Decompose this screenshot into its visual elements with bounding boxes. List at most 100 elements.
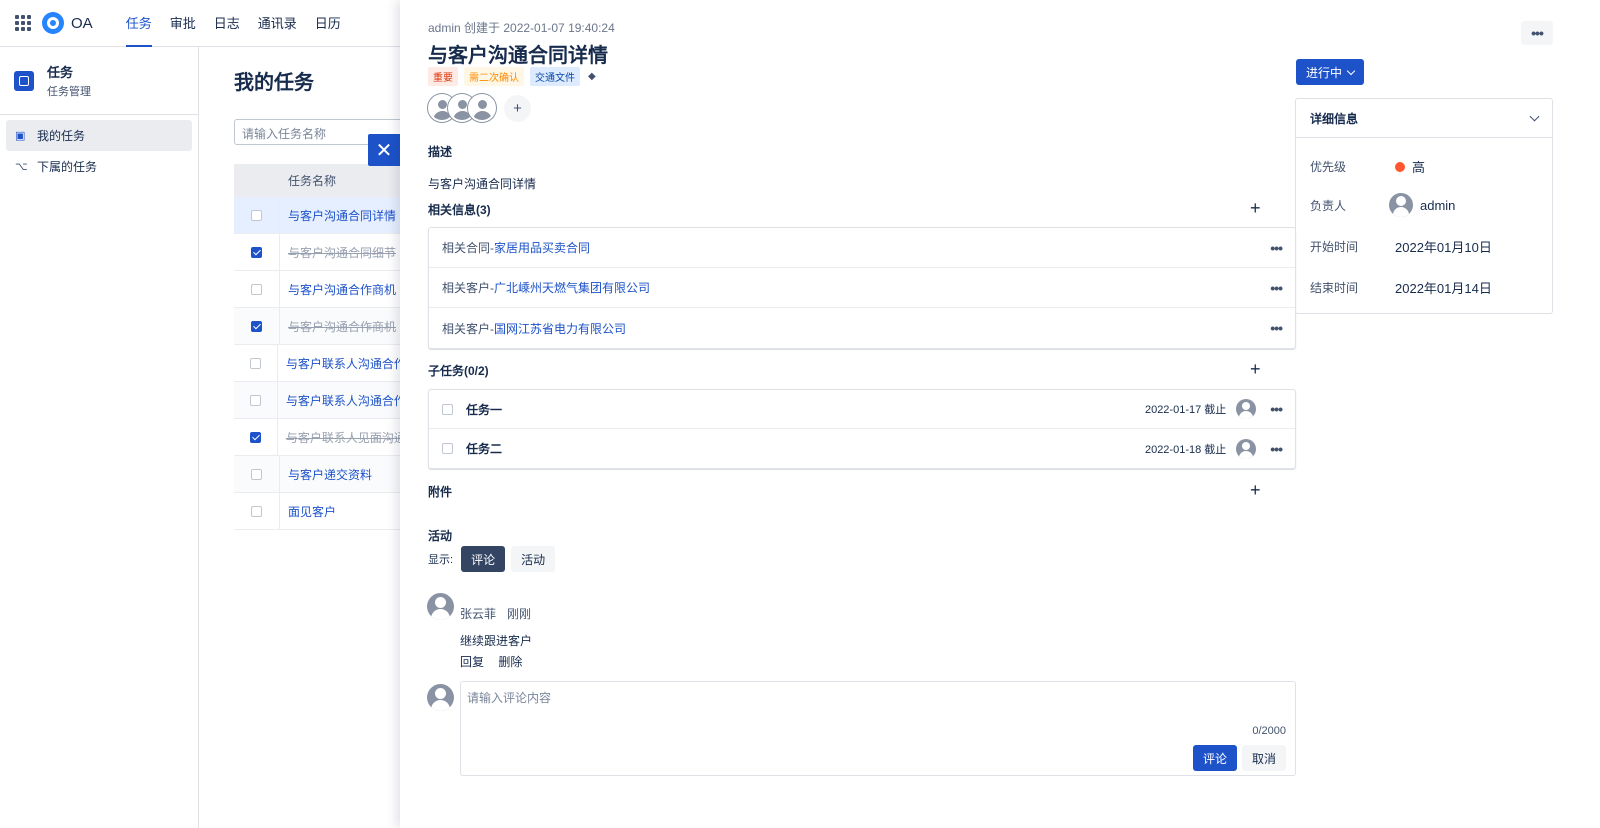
task-table: 任务名称 与客户沟通合同详情 与客户沟通合同细节 与客户沟通合作商机 与客户沟通… — [234, 164, 400, 530]
task-name-link[interactable]: 与客户沟通合作商机 — [280, 281, 396, 298]
avatar[interactable] — [1236, 399, 1257, 419]
row-checkbox[interactable] — [249, 394, 261, 406]
nav-logs[interactable]: 日志 — [205, 0, 249, 47]
task-name-link[interactable]: 与客户联系人沟通合作 — [278, 355, 400, 372]
task-title[interactable]: 与客户沟通合同详情 — [428, 39, 608, 68]
row-checkbox[interactable] — [251, 320, 262, 332]
description-text[interactable]: 与客户沟通合同详情 — [428, 175, 536, 192]
end-time-value[interactable]: 2022年01月14日 — [1395, 278, 1492, 297]
sidebar-title: 任务 — [47, 65, 74, 80]
sidebar: 任务 任务管理 ▣ 我的任务 ⌥ 下属的任务 — [0, 47, 199, 828]
comment-author: 张云菲 — [460, 607, 497, 621]
row-checkbox[interactable] — [251, 283, 262, 295]
table-row[interactable]: 与客户联系人沟通合作 — [234, 382, 400, 419]
subtask-list: 任务一 2022-01-17 截止 ••• 任务二 2022-01-18 截止 … — [428, 389, 1296, 469]
more-icon[interactable]: ••• — [1270, 280, 1283, 296]
sidebar-header: 任务 任务管理 — [0, 47, 198, 115]
top-nav: OA 任务 审批 日志 通讯录 日历 — [0, 0, 400, 47]
add-subtask-button[interactable]: + — [1250, 360, 1264, 378]
close-panel-button[interactable]: ✕ — [368, 134, 400, 166]
task-name-link[interactable]: 与客户沟通合同细节 — [280, 244, 396, 261]
related-link[interactable]: 广北嵊州天燃气集团有限公司 — [494, 281, 650, 295]
comment-text: 继续跟进客户 — [460, 634, 533, 648]
detail-info-header[interactable]: 详细信息 — [1296, 99, 1552, 138]
avatar[interactable] — [1236, 438, 1257, 459]
filter-activity-button[interactable]: 活动 — [511, 546, 556, 572]
subtask-checkbox[interactable] — [442, 443, 453, 454]
app-grid-icon[interactable] — [15, 15, 31, 31]
row-checkbox[interactable] — [251, 468, 262, 480]
row-checkbox[interactable] — [249, 357, 261, 369]
nav-approval[interactable]: 审批 — [161, 0, 205, 47]
tag-reconfirm[interactable]: 需二次确认 — [464, 67, 524, 86]
sidebar-item-my-tasks[interactable]: ▣ 我的任务 — [6, 120, 192, 151]
tag-icon[interactable]: ◆ — [588, 71, 596, 82]
table-row[interactable]: 与客户沟通合同细节 — [234, 234, 400, 271]
table-row[interactable]: 与客户沟通合作商机 — [234, 271, 400, 308]
more-icon[interactable]: ••• — [1270, 401, 1283, 417]
start-time-label: 开始时间 — [1310, 240, 1359, 254]
more-options-button[interactable]: ••• — [1521, 21, 1553, 45]
avatar[interactable] — [427, 593, 454, 620]
chevron-down-icon — [1529, 111, 1540, 121]
task-name-link[interactable]: 与客户沟通合作商机 — [280, 318, 396, 335]
table-row[interactable]: 与客户联系人见面沟通 — [234, 419, 400, 456]
owner-value[interactable]: admin — [1389, 193, 1455, 217]
subtask-name[interactable]: 任务一 — [466, 401, 1145, 418]
list-item[interactable]: 相关合同-家居用品买卖合同 ••• — [429, 228, 1295, 268]
related-link[interactable]: 国网江苏省电力有限公司 — [494, 322, 626, 336]
list-item[interactable]: 任务一 2022-01-17 截止 ••• — [429, 390, 1295, 429]
add-participant-button[interactable]: + — [504, 94, 531, 122]
cancel-button[interactable]: 取消 — [1241, 745, 1286, 771]
row-checkbox[interactable] — [251, 505, 262, 517]
nav-contacts[interactable]: 通讯录 — [249, 0, 306, 47]
add-attachment-button[interactable]: + — [1250, 481, 1264, 499]
submit-comment-button[interactable]: 评论 — [1192, 745, 1237, 771]
row-checkbox[interactable] — [251, 246, 262, 258]
nav-tasks[interactable]: 任务 — [117, 0, 161, 47]
more-icon[interactable]: ••• — [1270, 240, 1283, 256]
task-name-link[interactable]: 与客户沟通合同详情 — [280, 207, 396, 224]
more-icon: ••• — [1531, 25, 1544, 41]
priority-value[interactable]: 高 — [1395, 157, 1425, 176]
list-item[interactable]: 相关客户-广北嵊州天燃气集团有限公司 ••• — [429, 268, 1295, 308]
task-name-link[interactable]: 与客户递交资料 — [280, 466, 372, 483]
related-info-list: 相关合同-家居用品买卖合同 ••• 相关客户-广北嵊州天燃气集团有限公司 •••… — [428, 227, 1296, 349]
start-time-value[interactable]: 2022年01月10日 — [1395, 237, 1492, 256]
activity-filter: 显示: 评论 活动 — [428, 546, 556, 572]
nav-calendar[interactable]: 日历 — [306, 0, 350, 47]
row-checkbox[interactable] — [251, 209, 262, 221]
more-icon[interactable]: ••• — [1270, 320, 1283, 336]
avatar[interactable] — [468, 94, 496, 122]
comment-actions: 回复 删除 — [460, 653, 533, 670]
table-row[interactable]: 与客户沟通合同详情 — [234, 197, 400, 234]
subtask-checkbox[interactable] — [442, 403, 453, 415]
task-name-link[interactable]: 与客户联系人见面沟通 — [278, 429, 400, 446]
subtask-name[interactable]: 任务二 — [466, 440, 1145, 457]
table-row[interactable]: 与客户沟通合作商机 — [234, 308, 400, 345]
comment-placeholder: 请输入评论内容 — [467, 691, 552, 705]
table-row[interactable]: 面见客户 — [234, 493, 400, 530]
list-item[interactable]: 任务二 2022-01-18 截止 ••• — [429, 429, 1295, 468]
table-row[interactable]: 与客户递交资料 — [234, 456, 400, 493]
tag-important[interactable]: 重要 — [428, 67, 458, 86]
task-name-link[interactable]: 与客户联系人沟通合作 — [278, 392, 400, 409]
subtask-due[interactable]: 2022-01-18 截止 — [1145, 441, 1226, 457]
tag-traffic-file[interactable]: 交通文件 — [530, 67, 580, 86]
more-icon[interactable]: ••• — [1270, 441, 1283, 457]
table-row[interactable]: 与客户联系人沟通合作 — [234, 345, 400, 382]
add-related-button[interactable]: + — [1250, 199, 1264, 217]
list-item[interactable]: 相关客户-国网江苏省电力有限公司 ••• — [429, 308, 1295, 348]
filter-comments-button[interactable]: 评论 — [461, 546, 506, 572]
status-dropdown[interactable]: 进行中 — [1296, 59, 1365, 85]
subtask-due[interactable]: 2022-01-17 截止 — [1145, 401, 1226, 417]
comment-input[interactable]: 请输入评论内容 0/2000 评论 取消 — [460, 681, 1296, 776]
sidebar-item-label: 我的任务 — [37, 129, 86, 143]
sidebar-item-subordinate-tasks[interactable]: ⌥ 下属的任务 — [6, 151, 192, 182]
priority-label: 优先级 — [1310, 160, 1347, 174]
delete-button[interactable]: 删除 — [498, 655, 522, 669]
row-checkbox[interactable] — [249, 431, 261, 443]
task-name-link[interactable]: 面见客户 — [280, 503, 336, 520]
reply-button[interactable]: 回复 — [460, 655, 484, 669]
related-link[interactable]: 家居用品买卖合同 — [494, 241, 590, 255]
